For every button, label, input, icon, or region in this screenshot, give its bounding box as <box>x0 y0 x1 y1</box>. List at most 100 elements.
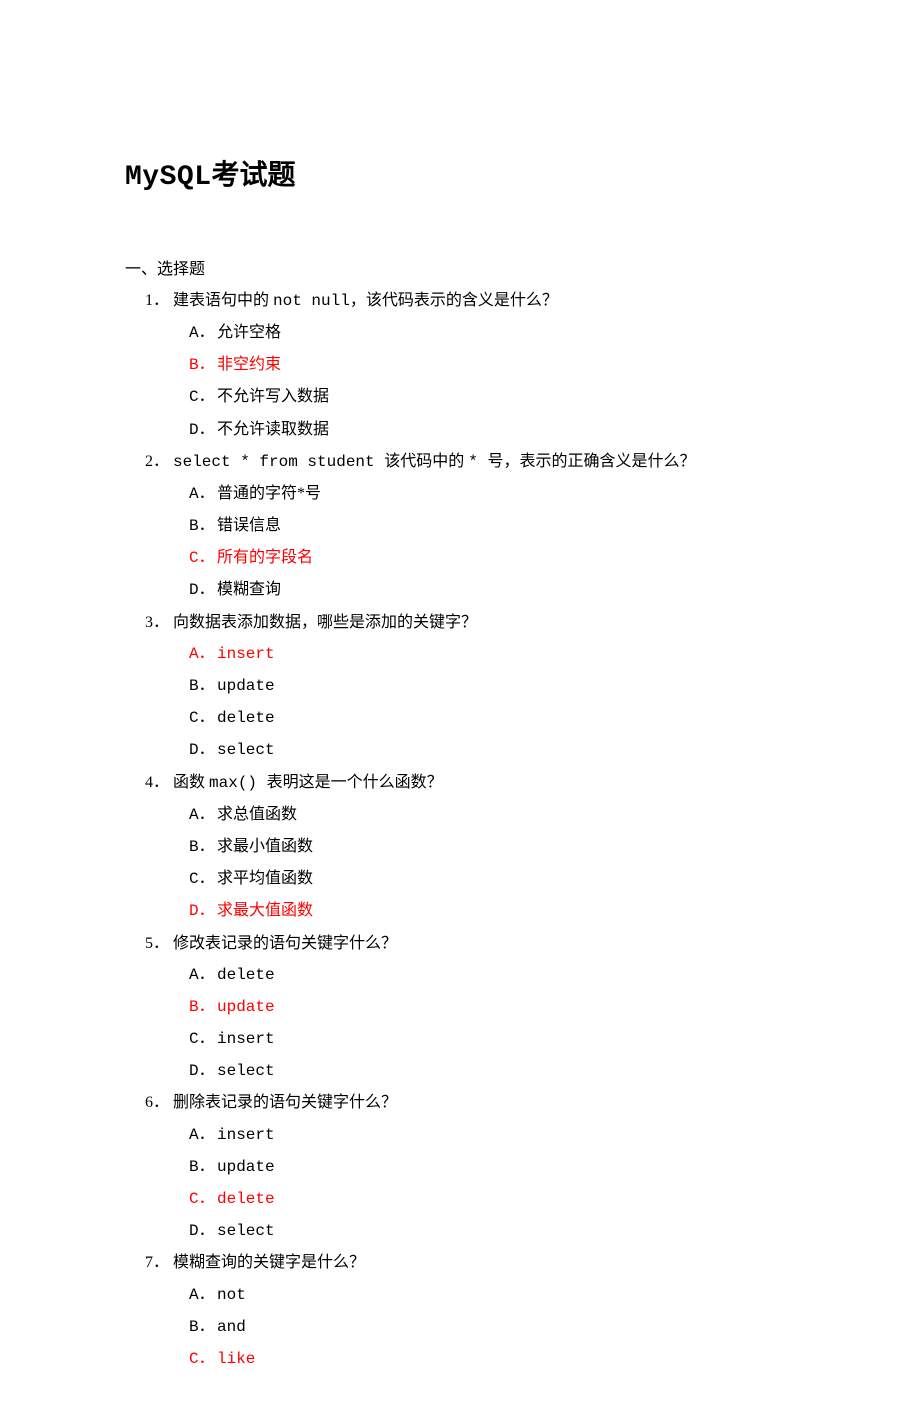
option-text: select <box>217 1062 275 1080</box>
option-text: update <box>217 677 275 695</box>
option-text: 非空约束 <box>217 356 281 373</box>
question-line: 1．建表语句中的 not null，该代码表示的含义是什么？ <box>125 285 795 317</box>
question-text-part: max() <box>209 774 267 792</box>
options-list: A．普通的字符*号B．错误信息C．所有的字段名D．模糊查询 <box>125 478 795 607</box>
option-label: C． <box>189 703 217 734</box>
option-label: C． <box>189 864 217 895</box>
option-label: C． <box>189 382 217 413</box>
question-text-part: 该代码中的 <box>384 453 468 470</box>
option-row: B．非空约束 <box>189 349 795 381</box>
option-label: B． <box>189 1152 217 1183</box>
option-label: D． <box>189 1216 217 1247</box>
option-text: select <box>217 741 275 759</box>
option-text: insert <box>217 1126 275 1144</box>
option-row: D．求最大值函数 <box>189 895 795 927</box>
options-list: A．notB．andC．like <box>125 1279 795 1376</box>
option-row: D．select <box>189 734 795 766</box>
option-row: A．求总值函数 <box>189 799 795 831</box>
question-number: 6． <box>145 1087 173 1118</box>
question-text-part: ，该代码表示的含义是什么？ <box>350 292 558 309</box>
option-text: insert <box>217 645 275 663</box>
option-row: B．求最小值函数 <box>189 831 795 863</box>
option-label: A． <box>189 318 217 349</box>
question-text-part: 号，表示的正确含义是什么？ <box>487 453 695 470</box>
options-list: A．deleteB．updateC．insertD．select <box>125 959 795 1088</box>
option-row: C．delete <box>189 1183 795 1215</box>
question-text-part: 建表语句中的 <box>173 292 273 309</box>
option-label: A． <box>189 479 217 510</box>
page-title: MySQL考试题 <box>125 148 795 206</box>
question-line: 3．向数据表添加数据，哪些是添加的关键字？ <box>125 607 795 638</box>
option-label: C． <box>189 1344 217 1375</box>
question: 6．删除表记录的语句关键字什么？A．insertB．updateC．delete… <box>125 1087 795 1247</box>
option-row: B．and <box>189 1311 795 1343</box>
question: 1．建表语句中的 not null，该代码表示的含义是什么？A．允许空格B．非空… <box>125 285 795 446</box>
option-row: C．insert <box>189 1023 795 1055</box>
option-row: C．所有的字段名 <box>189 542 795 574</box>
question: 3．向数据表添加数据，哪些是添加的关键字？A．insertB．updateC．d… <box>125 607 795 767</box>
question: 4．函数 max() 表明这是一个什么函数？A．求总值函数B．求最小值函数C．求… <box>125 767 795 928</box>
question-number: 5． <box>145 928 173 959</box>
option-text: insert <box>217 1030 275 1048</box>
option-text: delete <box>217 709 275 727</box>
option-row: D．select <box>189 1215 795 1247</box>
section-header: 一、选择题 <box>125 254 795 285</box>
option-text: 不允许读取数据 <box>217 421 329 438</box>
question-text-part: select * from student <box>173 453 384 471</box>
question-line: 5．修改表记录的语句关键字什么？ <box>125 928 795 959</box>
option-row: B．update <box>189 670 795 702</box>
option-row: D．不允许读取数据 <box>189 414 795 446</box>
options-list: A．insertB．updateC．deleteD．select <box>125 1119 795 1248</box>
option-row: B．update <box>189 991 795 1023</box>
option-label: D． <box>189 735 217 766</box>
option-text: 所有的字段名 <box>217 549 313 566</box>
option-label: D． <box>189 1056 217 1087</box>
option-row: D．模糊查询 <box>189 574 795 606</box>
option-row: C．like <box>189 1343 795 1375</box>
question-text-part: 向数据表添加数据，哪些是添加的关键字？ <box>173 614 477 631</box>
option-row: C．求平均值函数 <box>189 863 795 895</box>
option-row: A．not <box>189 1279 795 1311</box>
option-text: 普通的字符*号 <box>217 485 321 502</box>
options-list: A．允许空格B．非空约束C．不允许写入数据D．不允许读取数据 <box>125 317 795 446</box>
question-number: 7． <box>145 1247 173 1278</box>
option-text: 求最小值函数 <box>217 838 313 855</box>
option-label: B． <box>189 671 217 702</box>
question-line: 2．select * from student 该代码中的 * 号，表示的正确含… <box>125 446 795 478</box>
option-label: B． <box>189 992 217 1023</box>
option-row: A．insert <box>189 1119 795 1151</box>
option-text: update <box>217 998 275 1016</box>
question-text-part: * <box>468 453 487 471</box>
option-text: 允许空格 <box>217 324 281 341</box>
option-text: 模糊查询 <box>217 581 281 598</box>
option-label: C． <box>189 1184 217 1215</box>
option-text: delete <box>217 966 275 984</box>
option-text: delete <box>217 1190 275 1208</box>
option-text: 不允许写入数据 <box>217 388 329 405</box>
option-text: update <box>217 1158 275 1176</box>
option-label: B． <box>189 511 217 542</box>
question-line: 6．删除表记录的语句关键字什么？ <box>125 1087 795 1118</box>
question-text-part: 表明这是一个什么函数？ <box>267 774 443 791</box>
option-text: and <box>217 1318 246 1336</box>
option-label: B． <box>189 832 217 863</box>
question: 5．修改表记录的语句关键字什么？A．deleteB．updateC．insert… <box>125 928 795 1088</box>
question-text-part: 函数 <box>173 774 209 791</box>
question-number: 1． <box>145 285 173 316</box>
option-label: C． <box>189 543 217 574</box>
question: 2．select * from student 该代码中的 * 号，表示的正确含… <box>125 446 795 607</box>
option-label: B． <box>189 350 217 381</box>
option-label: D． <box>189 896 217 927</box>
question-line: 4．函数 max() 表明这是一个什么函数？ <box>125 767 795 799</box>
options-list: A．insertB．updateC．deleteD．select <box>125 638 795 767</box>
option-text: 求总值函数 <box>217 806 297 823</box>
option-text: select <box>217 1222 275 1240</box>
option-row: D．select <box>189 1055 795 1087</box>
option-text: 错误信息 <box>217 517 281 534</box>
option-row: B．update <box>189 1151 795 1183</box>
option-label: A． <box>189 639 217 670</box>
option-label: A． <box>189 1280 217 1311</box>
question-text-part: not null <box>273 292 350 310</box>
title-en: MySQL <box>125 162 212 193</box>
option-row: A．delete <box>189 959 795 991</box>
